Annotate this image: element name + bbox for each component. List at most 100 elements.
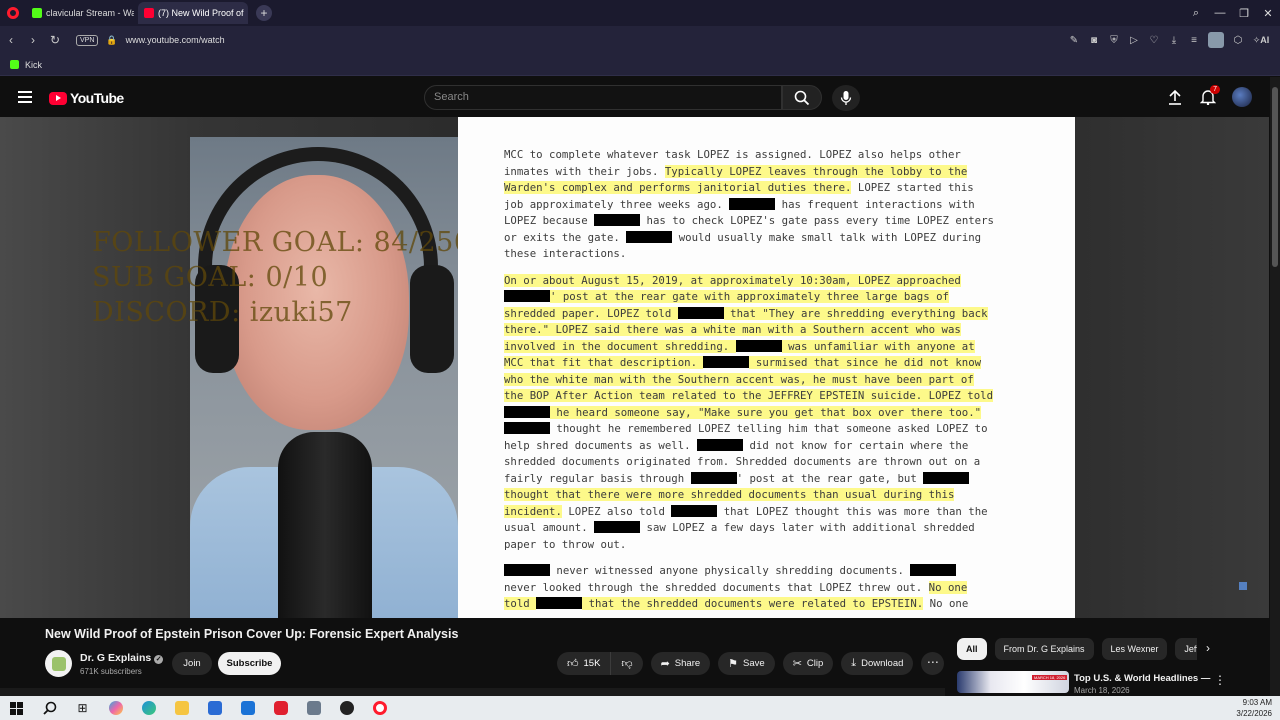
chip-jeffrey[interactable]: Jeffr bbox=[1175, 638, 1197, 660]
vpn-badge[interactable]: VPN bbox=[76, 34, 99, 46]
upload-button[interactable] bbox=[1158, 85, 1191, 109]
chip-from-channel[interactable]: From Dr. G Explains bbox=[994, 638, 1094, 660]
bookmark-icon: ⚑ bbox=[728, 658, 739, 670]
windows-logo-icon bbox=[10, 701, 23, 715]
redaction-bar bbox=[735, 339, 782, 352]
new-tab-button[interactable]: + bbox=[256, 5, 272, 21]
taskbar-clock[interactable]: 9:03 AM 3/22/2026 bbox=[1236, 697, 1272, 719]
microphone-icon bbox=[840, 91, 852, 105]
like-button[interactable]: 👍︎ 15K bbox=[557, 652, 612, 675]
mail-icon[interactable] bbox=[231, 696, 264, 720]
minimize-icon[interactable]: — bbox=[1208, 7, 1232, 19]
tab-kick-stream[interactable]: clavicular Stream - Watch bbox=[26, 2, 134, 24]
task-view-icon[interactable]: ⊞ bbox=[66, 696, 99, 720]
download-icon: ⤓ bbox=[851, 657, 857, 669]
youtube-logo[interactable]: YouTube bbox=[49, 90, 124, 106]
ai-label: AI bbox=[1260, 34, 1270, 45]
doc-line: MCC to complete whatever task LOPEZ is a… bbox=[504, 147, 1075, 164]
dislike-button[interactable]: 👎︎ bbox=[611, 652, 642, 675]
ai-button[interactable]: ✧AI bbox=[1248, 35, 1274, 46]
search-icon[interactable] bbox=[33, 696, 66, 720]
doc-text: LOPEZ started this bbox=[851, 181, 974, 194]
url-field[interactable]: www.youtube.com/watch bbox=[126, 35, 225, 45]
save-button[interactable]: ⚑ Save bbox=[718, 652, 775, 675]
doc-line: told that the shredded documents were re… bbox=[504, 596, 1075, 613]
redaction-bar bbox=[703, 356, 750, 368]
channel-avatar[interactable] bbox=[45, 650, 72, 677]
maximize-icon[interactable]: ❐ bbox=[1232, 7, 1256, 20]
doc-text: has to check LOPEZ's gate pass every tim… bbox=[640, 214, 994, 227]
doc-text: that LOPEZ thought this was more than th… bbox=[717, 504, 988, 518]
download-button[interactable]: ⤓ Download bbox=[841, 652, 914, 675]
channel-name[interactable]: Dr. G Explains ✓ bbox=[80, 652, 164, 664]
chip-all[interactable]: All bbox=[957, 638, 987, 660]
shield-icon[interactable]: ⛨ bbox=[1104, 35, 1124, 46]
youtube-app-icon[interactable] bbox=[264, 696, 297, 720]
video-player[interactable]: FOLLOWER GOAL: 84/250 SUB GOAL: 0/10 DIS… bbox=[0, 117, 1269, 618]
horizontal-scrollbar[interactable] bbox=[0, 688, 945, 696]
address-bar: ‹ › ↻ VPN 🔒 www.youtube.com/watch ✎ ◙ ⛨ … bbox=[0, 26, 1280, 54]
search-button[interactable] bbox=[782, 85, 822, 110]
doc-line: thought he remembered LOPEZ telling him … bbox=[504, 421, 1075, 438]
bookmark-kick[interactable]: Kick bbox=[25, 60, 42, 70]
doc-text: job approximately three weeks ago. bbox=[504, 197, 730, 211]
scroll-thumb[interactable] bbox=[1272, 87, 1278, 267]
doc-highlight: shredded paper. LOPEZ told bbox=[504, 306, 678, 320]
hamburger-menu-icon[interactable] bbox=[18, 91, 32, 103]
doc-line: job approximately three weeks ago. has f… bbox=[504, 197, 1075, 214]
doc-line: LOPEZ because has to check LOPEZ's gate … bbox=[504, 213, 1075, 230]
doc-line: incident. LOPEZ also told that LOPEZ tho… bbox=[504, 504, 1075, 521]
recommended-menu-icon[interactable]: ⋮ bbox=[1214, 673, 1226, 687]
edit-icon[interactable]: ✎ bbox=[1064, 35, 1084, 46]
doc-text: has frequent interactions with bbox=[775, 197, 975, 211]
more-actions-icon[interactable]: ⋯ bbox=[921, 652, 945, 675]
chevron-right-icon[interactable]: › bbox=[1200, 641, 1216, 657]
video-actions: 👍︎ 15K 👎︎ ➦ Share ⚑ Save ✂ Clip ⤓ Download ⋯ bbox=[557, 652, 945, 675]
recommended-title[interactable]: Top U.S. & World Headlines — bbox=[1074, 673, 1210, 684]
download-icon[interactable]: ⤓ bbox=[1164, 35, 1184, 46]
windows-start-icon[interactable] bbox=[0, 696, 33, 720]
search-tabs-icon[interactable]: ⌕ bbox=[1184, 7, 1208, 20]
copilot-icon[interactable] bbox=[99, 696, 132, 720]
recommended-thumbnail[interactable]: MARCH 18, 2026 bbox=[957, 671, 1069, 693]
voice-search-button[interactable] bbox=[832, 85, 860, 111]
opera-browser-icon[interactable] bbox=[363, 696, 396, 720]
camera-icon[interactable]: ◙ bbox=[1084, 35, 1104, 46]
page-scrollbar[interactable] bbox=[1270, 77, 1280, 696]
doc-text: No one bbox=[923, 597, 969, 610]
join-button[interactable]: Join bbox=[172, 652, 212, 675]
forward-icon[interactable]: › bbox=[22, 33, 44, 47]
doc-text: fairly regular basis through bbox=[504, 471, 691, 485]
heart-icon[interactable]: ♡ bbox=[1144, 35, 1164, 46]
doc-text: LOPEZ also told bbox=[561, 504, 672, 518]
extensions-icon[interactable]: ⬡ bbox=[1228, 35, 1248, 46]
lock-icon[interactable]: 🔒 bbox=[106, 35, 117, 46]
opera-menu-icon[interactable] bbox=[0, 0, 26, 26]
edge-icon[interactable] bbox=[132, 696, 165, 720]
overlay-icon bbox=[1239, 582, 1247, 590]
notifications-button[interactable]: 7 bbox=[1191, 85, 1224, 109]
profile-avatar[interactable] bbox=[1208, 32, 1224, 48]
doc-highlight: was unfamiliar with anyone at bbox=[781, 339, 975, 353]
menu-icon[interactable]: ≡ bbox=[1184, 35, 1204, 46]
file-explorer-icon[interactable] bbox=[165, 696, 198, 720]
doc-highlight: MCC that fit that description. bbox=[504, 356, 704, 369]
clip-button[interactable]: ✂ Clip bbox=[782, 652, 834, 675]
tab-youtube-video[interactable]: (7) New Wild Proof of bbox=[138, 2, 248, 24]
account-avatar[interactable] bbox=[1232, 87, 1252, 107]
share-button[interactable]: ➦ Share bbox=[650, 652, 711, 675]
browser-tab-bar: clavicular Stream - Watch (7) New Wild P… bbox=[0, 0, 1280, 26]
close-icon[interactable]: ✕ bbox=[1256, 7, 1280, 20]
chip-les-wexner[interactable]: Les Wexner bbox=[1101, 638, 1168, 660]
search-input[interactable]: Search bbox=[424, 85, 782, 110]
reload-icon[interactable]: ↻ bbox=[44, 33, 66, 47]
doc-line: thought that there were more shredded do… bbox=[504, 487, 1075, 504]
player-icon[interactable]: ▷ bbox=[1124, 35, 1144, 46]
redaction-bar bbox=[729, 197, 776, 210]
subscribe-button[interactable]: Subscribe bbox=[218, 652, 281, 675]
app-icon[interactable] bbox=[297, 696, 330, 720]
doc-text: MCC to complete whatever task LOPEZ is a… bbox=[504, 148, 961, 161]
back-icon[interactable]: ‹ bbox=[0, 33, 22, 47]
store-icon[interactable] bbox=[198, 696, 231, 720]
obs-icon[interactable] bbox=[330, 696, 363, 720]
